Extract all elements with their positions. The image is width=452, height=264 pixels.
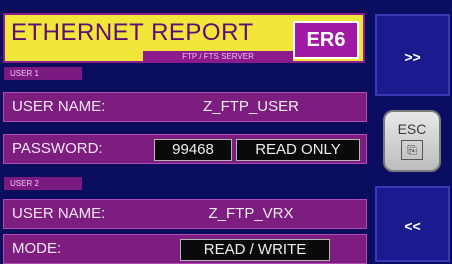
user2-mode-field[interactable]: READ / WRITE: [180, 239, 330, 261]
next-page-button[interactable]: >>: [375, 14, 450, 96]
esc-label: ESC: [397, 121, 427, 137]
user1-username-row: USER NAME: Z_FTP_USER: [3, 92, 367, 122]
screen-code-badge: ER6: [293, 21, 359, 59]
user2-mode-label: MODE:: [12, 240, 62, 257]
user2-section-label: USER 2: [4, 177, 82, 190]
user1-password-row: PASSWORD: 99468 READ ONLY: [3, 134, 367, 164]
user2-username-row: USER NAME: Z_FTP_VRX: [3, 199, 367, 229]
esc-button[interactable]: ESC ⎘: [383, 110, 441, 172]
user2-mode-row: MODE: READ / WRITE: [3, 234, 367, 264]
user1-access-field[interactable]: READ ONLY: [236, 139, 360, 161]
user1-username-value[interactable]: Z_FTP_USER: [144, 97, 358, 119]
user2-username-value[interactable]: Z_FTP_VRX: [144, 204, 358, 226]
user1-section-label: USER 1: [4, 67, 82, 80]
report-panel: ETHERNET REPORT FTP / FTS SERVER ER6 USE…: [0, 0, 372, 264]
exit-icon: ⎘: [401, 140, 423, 160]
user1-password-field[interactable]: 99468: [154, 139, 232, 161]
page-title: ETHERNET REPORT: [11, 19, 254, 46]
title-bar: ETHERNET REPORT FTP / FTS SERVER ER6: [3, 13, 365, 63]
page-subtitle: FTP / FTS SERVER: [143, 51, 293, 63]
user2-username-label: USER NAME:: [12, 205, 106, 222]
user1-password-label: PASSWORD:: [12, 140, 103, 157]
user1-username-label: USER NAME:: [12, 98, 106, 115]
ethernet-report-screen: ETHERNET REPORT FTP / FTS SERVER ER6 USE…: [0, 0, 452, 264]
prev-page-button[interactable]: <<: [375, 186, 450, 262]
